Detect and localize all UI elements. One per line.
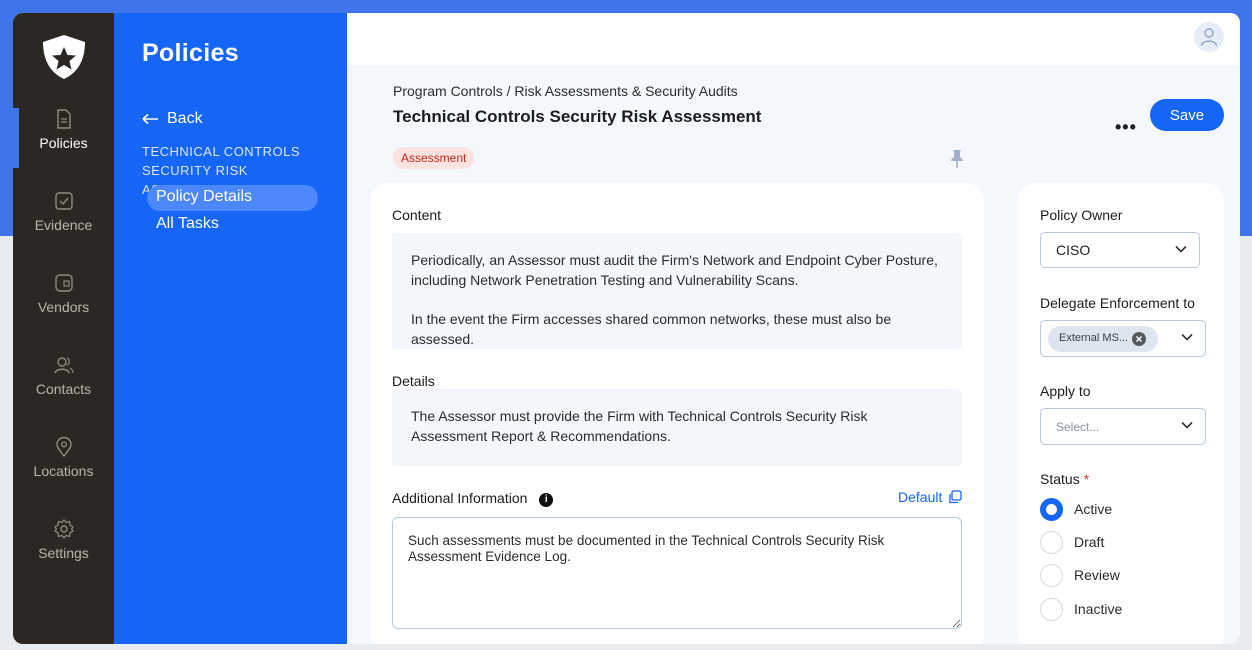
remove-chip-icon[interactable]: [1132, 332, 1146, 346]
pin-icon[interactable]: [948, 149, 966, 169]
radio-selected-icon[interactable]: [1040, 497, 1063, 521]
page-title: Technical Controls Security Risk Assessm…: [393, 107, 762, 126]
chevron-down-icon: [1181, 421, 1193, 429]
policy-subnav: Policies Back TECHNICAL CONTROLS SECURIT…: [114, 13, 347, 644]
subnav-item-all-tasks[interactable]: All Tasks: [156, 215, 219, 233]
top-bar: [347, 13, 1240, 65]
app-window: Policies Evidence Vendors Contacts Locat…: [13, 13, 1240, 644]
required-marker: *: [1083, 471, 1090, 487]
icon-rail: Policies Evidence Vendors Contacts Locat…: [13, 13, 114, 644]
subnav-item-policy-details[interactable]: Policy Details: [147, 185, 318, 211]
rail-item-settings[interactable]: Settings: [13, 518, 114, 590]
radio-icon[interactable]: [1040, 563, 1063, 587]
additional-info-label: Additional Information: [392, 490, 528, 506]
rail-item-policies[interactable]: Policies: [13, 108, 114, 180]
delegate-select[interactable]: External MS...: [1040, 320, 1206, 357]
default-link[interactable]: Default: [898, 489, 963, 505]
policy-main: Program Controls / Risk Assessments & Se…: [347, 65, 1240, 644]
policy-owner-label: Policy Owner: [1040, 207, 1123, 223]
apply-to-placeholder: Select...: [1056, 420, 1100, 434]
additional-info-textarea[interactable]: Such assessments must be documented in t…: [392, 517, 962, 629]
status-option-inactive[interactable]: Inactive: [1040, 597, 1122, 621]
copy-icon: [949, 490, 963, 504]
info-icon[interactable]: i: [539, 493, 554, 507]
shield-star-logo-icon: [43, 35, 85, 79]
status-option-label: Active: [1074, 501, 1113, 517]
subnav-title: Policies: [142, 39, 239, 67]
contacts-icon: [53, 357, 74, 374]
status-option-label: Inactive: [1074, 601, 1123, 617]
chevron-down-icon: [1175, 245, 1187, 253]
user-avatar-button[interactable]: [1194, 22, 1224, 52]
chevron-down-icon: [1181, 333, 1193, 341]
vendor-card-icon: [54, 274, 73, 292]
delegate-chip-label: External MS...: [1059, 332, 1129, 344]
delegate-chip[interactable]: External MS...: [1048, 326, 1158, 352]
status-option-review[interactable]: Review: [1040, 563, 1120, 587]
details-label: Details: [392, 373, 435, 389]
policy-owner-select[interactable]: CISO: [1040, 232, 1200, 268]
user-icon: [1200, 28, 1218, 47]
radio-icon[interactable]: [1040, 597, 1063, 621]
details-text: The Assessor must provide the Firm with …: [411, 408, 868, 444]
rail-item-locations[interactable]: Locations: [13, 436, 114, 508]
status-option-draft[interactable]: Draft: [1040, 530, 1104, 554]
status-option-active[interactable]: Active: [1040, 497, 1112, 521]
document-icon: [56, 109, 71, 129]
back-button[interactable]: Back: [142, 110, 203, 128]
status-label: Status *: [1040, 471, 1089, 487]
rail-label-locations: Locations: [33, 463, 94, 479]
rail-label-policies: Policies: [39, 135, 88, 151]
breadcrumb: Program Controls / Risk Assessments & Se…: [393, 83, 738, 99]
rail-item-contacts[interactable]: Contacts: [13, 354, 114, 426]
status-option-label: Review: [1074, 567, 1120, 583]
content-paragraph-1: Periodically, an Assessor must audit the…: [411, 252, 938, 288]
location-pin-icon: [55, 436, 72, 458]
content-paragraph-2: In the event the Firm accesses shared co…: [411, 311, 892, 347]
radio-icon[interactable]: [1040, 530, 1063, 554]
rail-label-evidence: Evidence: [34, 217, 93, 233]
delegate-label: Delegate Enforcement to: [1040, 295, 1195, 311]
rail-label-settings: Settings: [38, 545, 89, 561]
more-options-button[interactable]: •••: [1115, 117, 1137, 138]
additional-info-header: Additional Information i: [392, 490, 554, 507]
rail-item-vendors[interactable]: Vendors: [13, 272, 114, 344]
assessment-tag: Assessment: [393, 147, 475, 169]
default-label: Default: [898, 489, 943, 505]
policy-owner-value: CISO: [1056, 242, 1091, 258]
rail-item-evidence[interactable]: Evidence: [13, 190, 114, 262]
details-box: The Assessor must provide the Firm with …: [392, 389, 962, 466]
status-option-label: Draft: [1074, 534, 1105, 550]
checkbox-icon: [54, 192, 73, 210]
policy-content-card: Content Periodically, an Assessor must a…: [371, 183, 984, 644]
rail-label-vendors: Vendors: [37, 299, 90, 315]
policy-settings-panel: Policy Owner CISO Delegate Enforcement t…: [1018, 183, 1224, 644]
apply-to-label: Apply to: [1040, 383, 1091, 399]
rail-label-contacts: Contacts: [35, 381, 92, 397]
gear-icon: [53, 519, 74, 539]
arrow-left-icon: [142, 113, 158, 125]
content-label: Content: [392, 207, 442, 223]
content-box: Periodically, an Assessor must audit the…: [392, 233, 962, 349]
back-label: Back: [167, 110, 203, 127]
status-label-text: Status: [1040, 471, 1080, 487]
save-button[interactable]: Save: [1150, 99, 1224, 131]
apply-to-select[interactable]: Select...: [1040, 408, 1206, 445]
